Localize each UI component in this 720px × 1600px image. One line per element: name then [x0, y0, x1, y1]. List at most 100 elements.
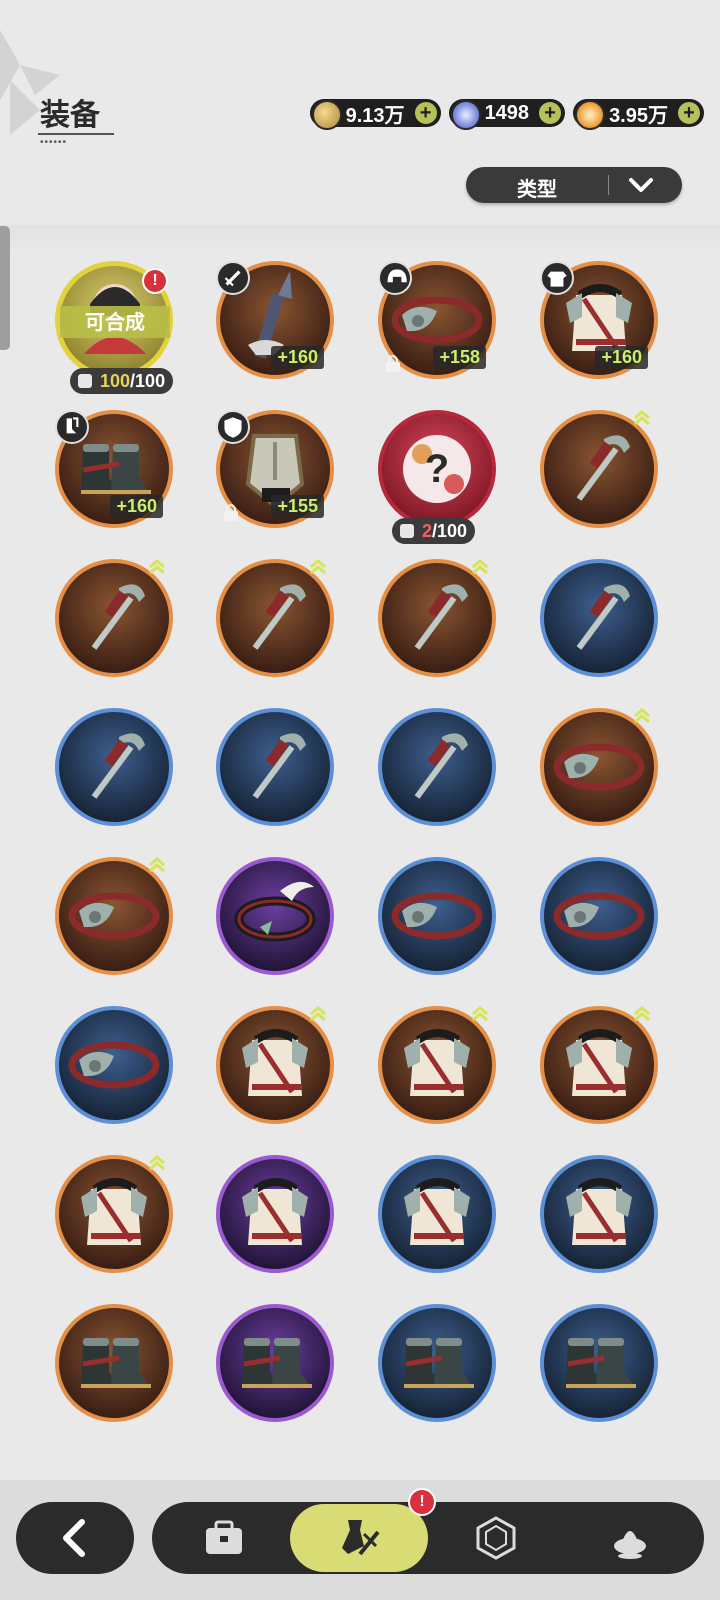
equipment-item[interactable] — [216, 1006, 334, 1124]
gold-coin-icon — [311, 100, 342, 130]
equipment-item[interactable] — [216, 1304, 334, 1422]
back-button[interactable] — [16, 1502, 134, 1574]
blade-icon — [576, 435, 630, 501]
upgrade-arrow-icon — [149, 1155, 165, 1171]
svg-text:?: ? — [425, 447, 449, 491]
fragment-total: /100 — [432, 521, 468, 541]
blade-icon — [91, 584, 145, 650]
equipment-item[interactable] — [55, 1304, 173, 1422]
alert-badge: ! — [142, 268, 168, 294]
fragment-current: 2 — [422, 521, 433, 541]
equipment-item[interactable]: +155 — [216, 410, 334, 528]
blade-icon — [252, 733, 306, 799]
belt-icon — [68, 892, 160, 940]
sort-label: 类型 — [517, 177, 557, 201]
upgrade-arrow-icon — [310, 559, 326, 575]
upgrade-arrow-icon — [634, 1006, 650, 1022]
level-badge: +158 — [433, 346, 486, 369]
title-underline — [38, 133, 114, 135]
upgrade-arrow-icon — [310, 1006, 326, 1022]
boots-icon — [404, 1338, 474, 1388]
equipment-item[interactable] — [55, 708, 173, 826]
equipment-item[interactable] — [55, 857, 173, 975]
equipment-item[interactable]: +160 — [540, 261, 658, 379]
equipment-item[interactable]: 可合成! 100/100 — [55, 261, 174, 394]
equipment-item[interactable] — [216, 708, 334, 826]
fragment-counter: 2/100 — [392, 518, 476, 544]
equipment-icon[interactable] — [334, 1514, 382, 1562]
lock-icon — [224, 504, 238, 521]
equipment-item[interactable] — [378, 708, 496, 826]
blade-icon — [91, 733, 145, 799]
fragment-icon — [400, 524, 414, 538]
currency-value: 9.13万 — [345, 104, 405, 127]
equipment-item[interactable] — [55, 1155, 173, 1273]
equipment-item[interactable] — [540, 1155, 658, 1273]
equipment-item[interactable] — [540, 1006, 658, 1124]
armor-icon — [242, 1178, 308, 1245]
belt-icon — [391, 892, 483, 940]
equipment-item[interactable] — [378, 1006, 496, 1124]
equipment-item[interactable] — [378, 1155, 496, 1273]
equipment-item[interactable] — [540, 1304, 658, 1422]
equipment-item[interactable]: ? 2/100 — [378, 410, 496, 544]
currency-star: 3.95万 + — [568, 93, 704, 137]
upgrade-arrow-icon — [634, 708, 650, 724]
back-icon — [63, 1519, 85, 1557]
equipment-item[interactable] — [540, 857, 658, 975]
armor-icon — [404, 1029, 470, 1096]
belt-icon — [553, 743, 645, 791]
level-badge: +160 — [110, 495, 163, 518]
bag-icon[interactable] — [200, 1514, 248, 1562]
sort-divider — [608, 175, 609, 195]
title-dots: •••••• — [40, 137, 68, 148]
add-star-button[interactable]: + — [678, 102, 700, 124]
upgrade-arrow-icon — [472, 1006, 488, 1022]
upgrade-arrow-icon — [634, 410, 650, 426]
equipment-item[interactable] — [540, 559, 658, 677]
boots-type-icon — [55, 410, 89, 444]
equipment-item[interactable] — [216, 857, 334, 975]
sort-dropdown[interactable]: 类型 — [466, 167, 682, 203]
equipment-item[interactable] — [378, 857, 496, 975]
equipment-item[interactable]: +160 — [55, 410, 173, 528]
equipment-item[interactable]: +158 — [378, 261, 496, 379]
lock-icon — [386, 355, 400, 372]
currency-bar: 9.13万 + 1498 + 3.95万 + — [309, 93, 704, 137]
fragment-current: 100 — [100, 371, 131, 391]
equipment-item[interactable] — [55, 559, 173, 677]
fragment-icon — [78, 374, 92, 388]
food-icon[interactable] — [606, 1514, 654, 1562]
armor-icon — [242, 1029, 308, 1096]
fragment-counter: 100/100 — [70, 368, 174, 394]
level-badge: +155 — [271, 495, 324, 518]
upgrade-arrow-icon — [149, 857, 165, 873]
equipment-item[interactable] — [216, 1155, 334, 1273]
armor-icon — [404, 1178, 470, 1245]
add-gold-button[interactable]: + — [414, 102, 437, 124]
equipment-item[interactable] — [378, 559, 496, 677]
add-crystal-button[interactable]: + — [539, 102, 562, 124]
headband-icon — [234, 881, 316, 942]
equipment-item[interactable] — [55, 1006, 173, 1124]
equipment-alert-badge: ! — [408, 1488, 436, 1516]
blade-icon — [252, 584, 306, 650]
equipment-item[interactable] — [216, 559, 334, 677]
currency-crystal: 1498 + — [448, 99, 566, 130]
fragment-total: /100 — [130, 371, 166, 391]
helmet-type-icon — [378, 261, 412, 295]
sword-type-icon — [216, 261, 250, 295]
side-drawer-handle[interactable] — [0, 226, 10, 350]
currency-value: 1498 — [484, 101, 530, 124]
equipment-item[interactable] — [540, 708, 658, 826]
equipment-item[interactable] — [540, 410, 658, 528]
shield-type-icon — [216, 410, 250, 444]
level-badge: +160 — [595, 346, 648, 369]
equipment-item[interactable]: +160 — [216, 261, 334, 379]
blade-icon — [414, 733, 468, 799]
upgrade-arrow-icon — [472, 559, 488, 575]
star-gem-icon — [568, 93, 612, 137]
blade-icon — [576, 584, 630, 650]
gem-icon[interactable] — [472, 1514, 520, 1562]
equipment-item[interactable] — [378, 1304, 496, 1422]
